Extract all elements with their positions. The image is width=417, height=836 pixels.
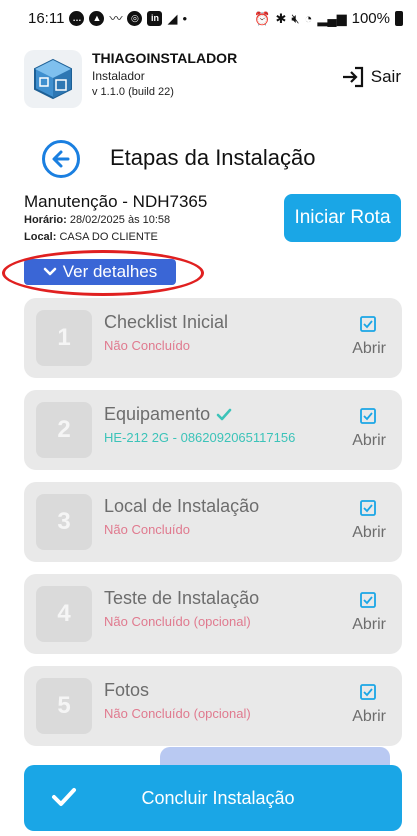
status-bar: 16:11 … ▲ 〰 ◎ in ◢ • ⏰ ✱ 🔇︎ ◔ ▂▄▆ 100% bbox=[0, 0, 417, 36]
step-card-4[interactable]: 4 Teste de Instalação Não Concluído (opc… bbox=[24, 574, 402, 654]
arrow-left-icon bbox=[52, 150, 70, 168]
status-bar-left: 16:11 … ▲ 〰 ◎ in ◢ • bbox=[28, 10, 187, 27]
location-value: CASA DO CLIENTE bbox=[59, 231, 158, 243]
chat-notification-icon: … bbox=[69, 10, 85, 26]
step-card-1[interactable]: 1 Checklist Inicial Não Concluído Abrir bbox=[24, 298, 402, 378]
step-number: 4 bbox=[36, 586, 92, 642]
step-title: Equipamento bbox=[104, 404, 232, 425]
step-number: 3 bbox=[36, 494, 92, 550]
step-title: Local de Instalação bbox=[104, 496, 259, 517]
finish-installation-button[interactable]: Concluir Instalação bbox=[24, 765, 402, 831]
app-version: v 1.1.0 (build 22) bbox=[92, 86, 174, 98]
bluetooth-icon: ✱ bbox=[275, 10, 287, 26]
schedule-line: Horário: 28/02/2025 às 10:58 bbox=[24, 214, 170, 226]
highlight-annotation bbox=[2, 250, 204, 296]
chart-notification-icon: ◢ bbox=[167, 10, 178, 26]
step-status: HE-212 2G - 0862092065117156 bbox=[104, 430, 296, 445]
status-time: 16:11 bbox=[28, 9, 65, 27]
user-role: Instalador bbox=[92, 69, 145, 83]
step-title: Fotos bbox=[104, 680, 149, 701]
step-status: Não Concluído (opcional) bbox=[104, 614, 251, 629]
wifi-icon: ◔ bbox=[304, 10, 313, 26]
step-title-label: Teste de Instalação bbox=[104, 588, 260, 608]
step-title-label: Fotos bbox=[104, 680, 150, 700]
step-status: Não Concluído bbox=[104, 338, 190, 353]
open-step-button[interactable]: Abrir bbox=[352, 616, 386, 634]
checklist-open-icon[interactable] bbox=[358, 682, 378, 702]
step-card-2[interactable]: 2 Equipamento HE-212 2G - 08620920651171… bbox=[24, 390, 402, 470]
alert-notification-icon: ▲ bbox=[89, 10, 105, 26]
finish-installation-label: Concluir Instalação bbox=[141, 787, 295, 808]
battery-level: 100% bbox=[351, 9, 390, 27]
logout-button[interactable]: Sair bbox=[341, 66, 401, 88]
check-icon bbox=[52, 788, 76, 806]
linkedin-notification-icon: in bbox=[147, 10, 163, 26]
app-logo bbox=[24, 50, 82, 108]
step-number: 1 bbox=[36, 310, 92, 366]
logout-label: Sair bbox=[370, 67, 401, 86]
mute-icon: 🔇︎ bbox=[291, 10, 300, 26]
step-title: Checklist Inicial bbox=[104, 312, 228, 333]
step-status: Não Concluído (opcional) bbox=[104, 706, 251, 721]
start-route-button[interactable]: Iniciar Rota bbox=[284, 194, 401, 242]
checklist-open-icon[interactable] bbox=[358, 406, 378, 426]
checklist-open-icon[interactable] bbox=[358, 314, 378, 334]
step-title-label: Checklist Inicial bbox=[104, 312, 229, 332]
schedule-value: 28/02/2025 às 10:58 bbox=[69, 214, 171, 226]
back-button[interactable] bbox=[42, 140, 80, 178]
schedule-label: Horário: bbox=[24, 214, 67, 226]
page-title: Etapas da Instalação bbox=[110, 145, 316, 170]
step-number: 5 bbox=[36, 678, 92, 734]
checklist-open-icon[interactable] bbox=[358, 498, 378, 518]
open-step-button[interactable]: Abrir bbox=[352, 432, 386, 450]
step-card-5[interactable]: 5 Fotos Não Concluído (opcional) Abrir bbox=[24, 666, 402, 746]
open-step-button[interactable]: Abrir bbox=[352, 708, 386, 726]
checklist-open-icon[interactable] bbox=[358, 590, 378, 610]
open-step-button[interactable]: Abrir bbox=[352, 340, 386, 358]
maintenance-title: Manutenção - NDH7365 bbox=[24, 192, 208, 211]
wave-notification-icon: 〰 bbox=[109, 10, 123, 26]
more-notifications-icon: • bbox=[182, 10, 188, 26]
cube-logo-icon bbox=[34, 58, 72, 100]
location-label: Local: bbox=[24, 231, 57, 243]
completed-check-icon bbox=[216, 408, 232, 420]
signal-icon: ▂▄▆ bbox=[317, 10, 347, 26]
location-line: Local: CASA DO CLIENTE bbox=[24, 231, 158, 243]
step-number: 2 bbox=[36, 402, 92, 458]
open-step-button[interactable]: Abrir bbox=[352, 524, 386, 542]
step-title: Teste de Instalação bbox=[104, 588, 259, 609]
step-title-label: Local de Instalação bbox=[104, 496, 260, 516]
battery-icon bbox=[395, 10, 403, 26]
step-title-label: Equipamento bbox=[104, 404, 211, 424]
scroll-peek-element bbox=[160, 747, 390, 767]
step-status: Não Concluído bbox=[104, 522, 190, 537]
status-bar-right: ⏰ ✱ 🔇︎ ◔ ▂▄▆ 100% bbox=[254, 10, 403, 27]
alarm-icon: ⏰ bbox=[254, 10, 271, 26]
logout-icon bbox=[342, 66, 363, 88]
app-name: THIAGOINSTALADOR bbox=[92, 50, 238, 66]
target-notification-icon: ◎ bbox=[127, 10, 143, 26]
step-card-3[interactable]: 3 Local de Instalação Não Concluído Abri… bbox=[24, 482, 402, 562]
